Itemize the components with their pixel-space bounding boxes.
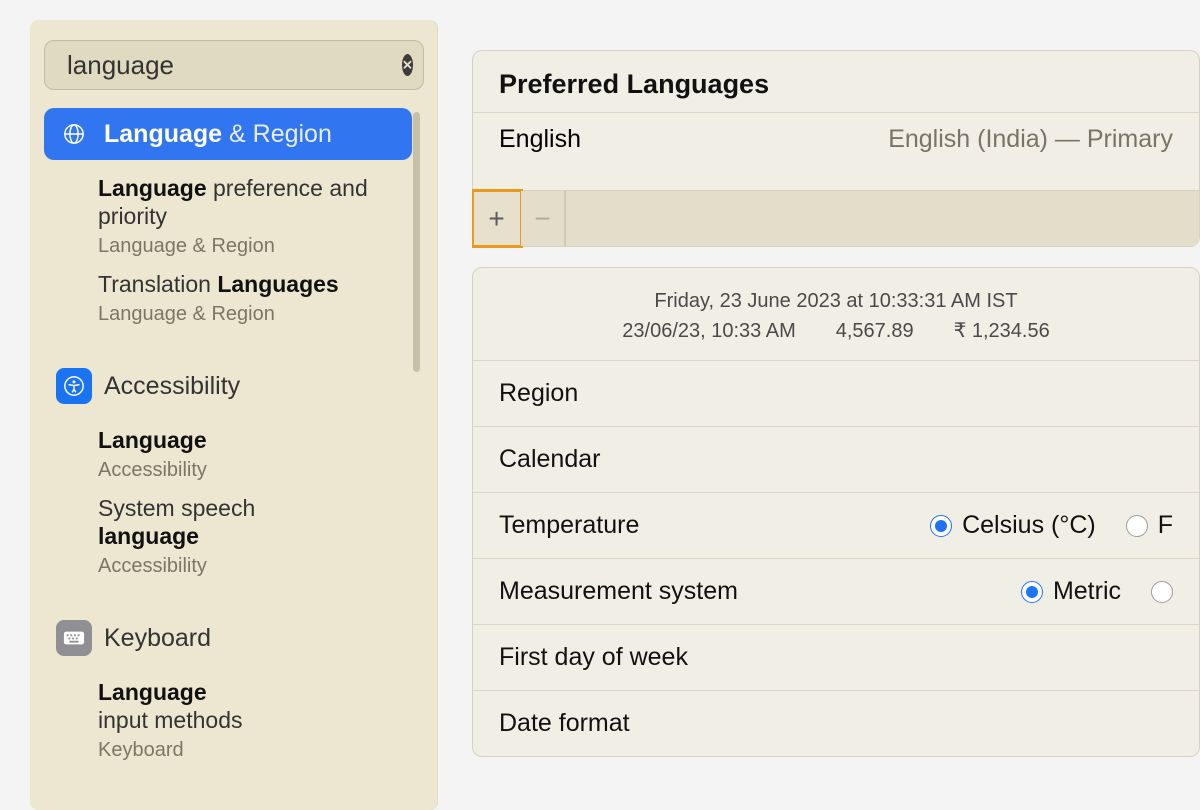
minus-icon: − xyxy=(534,203,550,235)
setting-first-day[interactable]: First day of week xyxy=(473,625,1199,691)
clear-search-button[interactable]: ✕ xyxy=(402,54,413,76)
setting-date-format[interactable]: Date format xyxy=(473,691,1199,756)
language-list-toolbar: + − xyxy=(473,190,1199,246)
format-preview: Friday, 23 June 2023 at 10:33:31 AM IST … xyxy=(473,268,1199,361)
preview-date-short: 23/06/23, 10:33 AM xyxy=(622,316,795,346)
sidebar-subitem-system-speech[interactable]: System speech language Accessibility xyxy=(98,494,412,580)
sidebar-item-language-region[interactable]: Language & Region xyxy=(44,108,412,160)
add-language-button[interactable]: + xyxy=(473,191,521,246)
sidebar-item-label: Keyboard xyxy=(104,624,211,653)
search-field[interactable]: ✕ xyxy=(44,40,424,90)
preview-currency: ₹ 1,234.56 xyxy=(954,316,1050,346)
remove-language-button: − xyxy=(521,191,565,246)
radio-celsius[interactable] xyxy=(930,515,952,537)
sidebar-item-label: Accessibility xyxy=(104,372,240,401)
preview-number: 4,567.89 xyxy=(836,316,914,346)
keyboard-icon xyxy=(56,620,92,656)
radio-other-measure[interactable] xyxy=(1151,581,1173,603)
sidebar-subitem-input-methods[interactable]: Language input methods Keyboard xyxy=(98,678,412,764)
setting-measurement: Measurement system Metric xyxy=(473,559,1199,625)
sidebar-subitem-translation-languages[interactable]: Translation Languages Language & Region xyxy=(98,270,412,328)
preferred-languages-title: Preferred Languages xyxy=(473,51,1199,112)
region-settings-card: Friday, 23 June 2023 at 10:33:31 AM IST … xyxy=(472,267,1200,757)
setting-temperature: Temperature Celsius (°C) F xyxy=(473,493,1199,559)
language-row[interactable]: English English (India) — Primary xyxy=(473,112,1199,190)
globe-icon xyxy=(56,116,92,152)
language-detail: English (India) — Primary xyxy=(888,125,1173,154)
sidebar-subitem-language-preference[interactable]: Language preference and priority Languag… xyxy=(98,174,412,260)
setting-calendar[interactable]: Calendar xyxy=(473,427,1199,493)
scrollbar[interactable] xyxy=(413,112,420,372)
search-input[interactable] xyxy=(67,50,402,81)
plus-icon: + xyxy=(488,203,504,235)
preferred-languages-card: Preferred Languages English English (Ind… xyxy=(472,50,1200,247)
main-content: Preferred Languages English English (Ind… xyxy=(472,20,1200,810)
radio-metric[interactable] xyxy=(1021,581,1043,603)
sidebar-item-accessibility[interactable]: Accessibility xyxy=(44,360,412,412)
accessibility-icon xyxy=(56,368,92,404)
sidebar-subitem-language-accessibility[interactable]: Language Accessibility xyxy=(98,426,412,484)
sidebar-item-label: Language xyxy=(104,120,222,148)
setting-region[interactable]: Region xyxy=(473,361,1199,427)
radio-fahrenheit[interactable] xyxy=(1126,515,1148,537)
sidebar: ✕ Language & Region Language preference … xyxy=(30,20,438,810)
sidebar-item-keyboard[interactable]: Keyboard xyxy=(44,612,412,664)
preview-datetime-long: Friday, 23 June 2023 at 10:33:31 AM IST xyxy=(493,286,1179,316)
language-name: English xyxy=(499,125,581,154)
